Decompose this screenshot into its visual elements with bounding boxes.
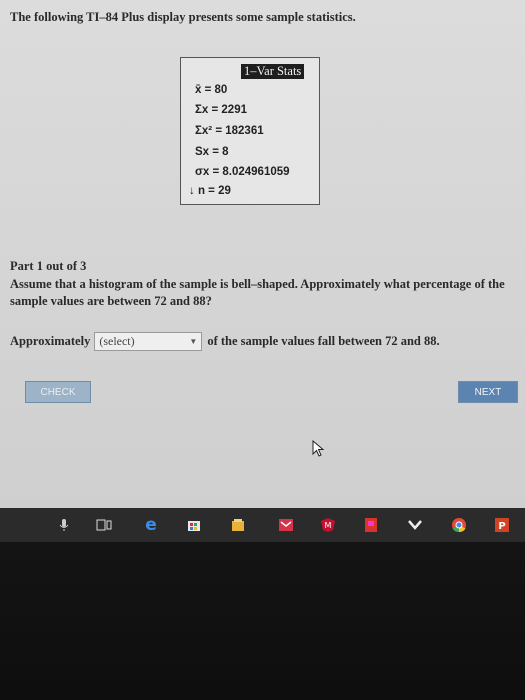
- store-icon[interactable]: [186, 517, 202, 533]
- select-value: (select): [99, 333, 135, 348]
- taskbar: e M P: [0, 508, 525, 542]
- chrome-icon[interactable]: [451, 517, 467, 533]
- stat-sum-squares: Σx² = 182361: [195, 125, 264, 137]
- pdf-icon[interactable]: [363, 517, 379, 533]
- mail-icon[interactable]: [278, 517, 294, 533]
- calculator-display: 1–Var Stats x̄ = 80 Σx = 2291 Σx² = 1823…: [180, 57, 320, 205]
- question-text: Assume that a histogram of the sample is…: [10, 276, 525, 310]
- percentage-select[interactable]: (select) ▼: [94, 331, 203, 351]
- stat-population-sd: σx = 8.024961059: [195, 166, 290, 178]
- calculator-header: 1–Var Stats: [241, 64, 305, 79]
- question-line-1: Assume that a histogram of the sample is…: [10, 277, 505, 291]
- stat-count: ↓ n = 29: [189, 185, 231, 197]
- next-button[interactable]: NEXT: [458, 381, 518, 403]
- stat-mean: x̄ = 80: [195, 84, 228, 96]
- stat-sum: Σx = 2291: [195, 104, 247, 116]
- part-label: Part 1 out of 3: [10, 259, 87, 273]
- stat-sample-sd: Sx = 8: [195, 146, 229, 158]
- svg-text:M: M: [325, 521, 332, 530]
- edge-icon[interactable]: e: [143, 515, 159, 535]
- mcafee-icon[interactable]: M: [320, 517, 336, 533]
- check-button[interactable]: CHECK: [25, 381, 91, 403]
- chevron-down-icon: ▼: [189, 336, 198, 346]
- answer-suffix: of the sample values fall between 72 and…: [207, 333, 440, 348]
- media-icon[interactable]: [407, 517, 423, 533]
- files-icon[interactable]: [230, 517, 246, 533]
- microphone-icon[interactable]: [56, 517, 72, 533]
- answer-prefix: Approximately: [10, 333, 91, 348]
- powerpoint-icon[interactable]: P: [494, 517, 510, 533]
- answer-row: Approximately (select) ▼ of the sample v…: [10, 330, 440, 352]
- intro-text: The following TI–84 Plus display present…: [10, 10, 356, 24]
- task-view-icon[interactable]: [96, 517, 112, 533]
- browser-page: The following TI–84 Plus display present…: [0, 0, 525, 508]
- mouse-cursor-icon: [312, 440, 325, 457]
- question-line-2: sample values are between 72 and 88?: [10, 294, 212, 308]
- device-bezel: [0, 542, 525, 700]
- svg-text:P: P: [498, 521, 505, 532]
